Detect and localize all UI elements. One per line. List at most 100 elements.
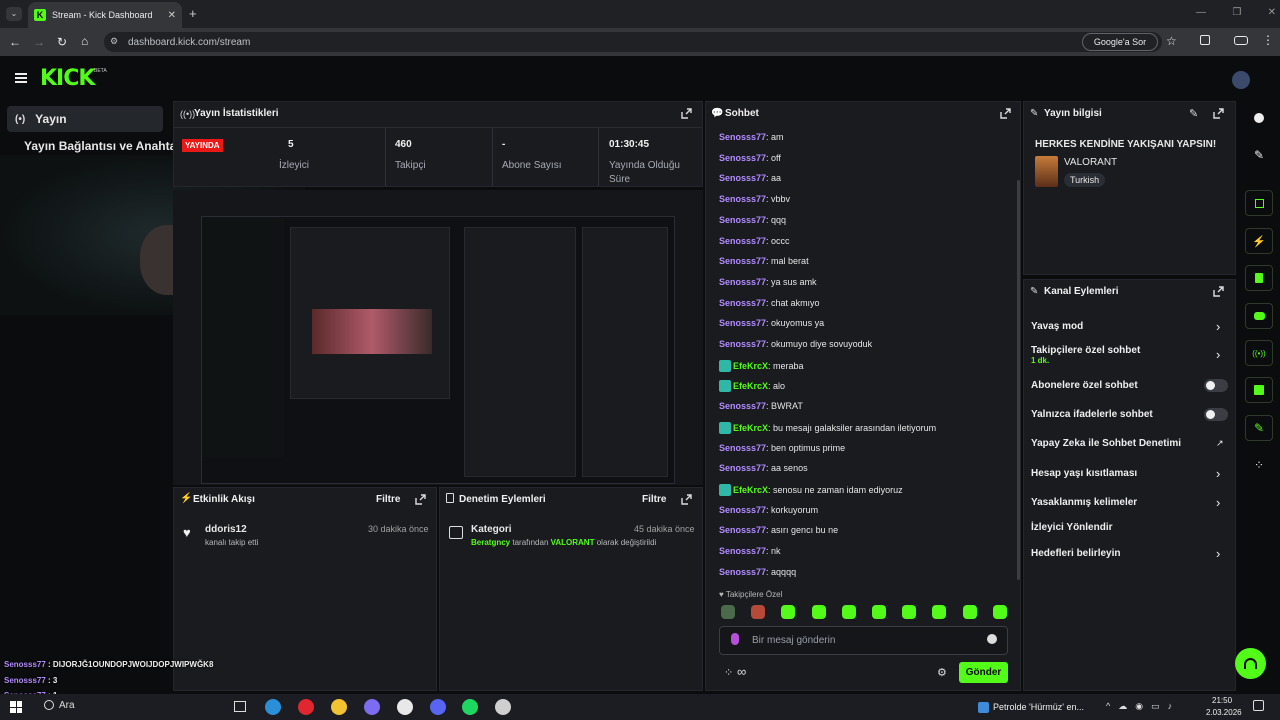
- chat-username[interactable]: EfeKrcX: [733, 485, 768, 495]
- reload-icon[interactable]: ↻: [57, 35, 67, 49]
- chat-username[interactable]: Senosss77: [719, 132, 766, 142]
- stream-preview[interactable]: [173, 190, 703, 485]
- restore-icon[interactable]: ❐: [1232, 7, 1241, 18]
- expand-icon[interactable]: [681, 108, 692, 119]
- url-field[interactable]: dashboard.kick.com/stream: [104, 32, 1162, 52]
- expand-icon[interactable]: [1000, 108, 1011, 119]
- notes-icon[interactable]: [1245, 265, 1273, 291]
- pen-icon[interactable]: ✎: [1245, 142, 1273, 168]
- expand-icon[interactable]: [415, 494, 426, 505]
- forward-icon[interactable]: →: [33, 35, 45, 49]
- emote-icon[interactable]: [721, 605, 735, 619]
- extensions-icon[interactable]: [1200, 35, 1210, 45]
- chat-scrollbar[interactable]: [1017, 180, 1020, 580]
- clock-time[interactable]: 21:50: [1212, 696, 1232, 705]
- channel-action-label[interactable]: Yasaklanmış kelimeler: [1031, 497, 1137, 508]
- support-button[interactable]: [1235, 648, 1266, 679]
- chat-username[interactable]: EfeKrcX: [733, 361, 768, 371]
- chat-username[interactable]: Senosss77: [719, 215, 766, 225]
- minimize-icon[interactable]: —: [1196, 7, 1206, 18]
- channel-action-label[interactable]: Yapay Zeka ile Sohbet Denetimi: [1031, 438, 1181, 449]
- chat-username[interactable]: Senosss77: [719, 525, 766, 535]
- new-tab-button[interactable]: +: [189, 6, 197, 21]
- expand-icon[interactable]: [1213, 286, 1224, 297]
- chat-username[interactable]: Senosss77: [719, 546, 766, 556]
- emote-icon[interactable]: [962, 605, 977, 619]
- more-dots-icon[interactable]: ⁘: [1245, 452, 1273, 478]
- close-tab-icon[interactable]: ✕: [168, 10, 176, 21]
- chevron-right-icon[interactable]: ›: [1216, 347, 1220, 362]
- expand-icon[interactable]: [681, 494, 692, 505]
- system-tray[interactable]: ^ ☁ ◉ ▭ ♪: [1106, 701, 1172, 712]
- emote-icon[interactable]: [811, 605, 826, 619]
- chevron-right-icon[interactable]: ›: [1216, 495, 1220, 510]
- discord-icon[interactable]: [430, 699, 446, 715]
- send-button[interactable]: Gönder: [959, 662, 1008, 683]
- chat-settings-icon[interactable]: ⚙: [937, 666, 947, 679]
- chat-username[interactable]: Senosss77: [719, 153, 766, 163]
- activity-filter-button[interactable]: Filtre: [376, 494, 400, 505]
- channel-action-label[interactable]: Hedefleri belirleyin: [1031, 548, 1120, 559]
- layout-icon[interactable]: [1245, 377, 1273, 403]
- emote-icon[interactable]: [992, 605, 1007, 619]
- chevron-right-icon[interactable]: ›: [1216, 546, 1220, 561]
- emoji-icon[interactable]: [987, 634, 997, 644]
- browser-menu-icon[interactable]: ⋮: [1262, 33, 1274, 47]
- chat-username[interactable]: Senosss77: [719, 256, 766, 266]
- kick-logo[interactable]: KICK: [40, 66, 95, 91]
- chat-username[interactable]: EfeKrcX: [733, 423, 768, 433]
- tools-icon[interactable]: ✎: [1245, 415, 1273, 441]
- emote-icon[interactable]: [932, 605, 947, 619]
- chat-username[interactable]: Senosss77: [719, 339, 766, 349]
- chrome-icon[interactable]: [397, 699, 413, 715]
- channel-action-label[interactable]: Yavaş mod: [1031, 321, 1083, 332]
- profile-icon[interactable]: [1234, 36, 1248, 45]
- start-button[interactable]: [10, 701, 22, 713]
- chat-username[interactable]: Senosss77: [719, 443, 766, 453]
- notification-icon[interactable]: [1253, 700, 1264, 711]
- toggle-switch[interactable]: [1204, 408, 1228, 421]
- sidebar-item-stream[interactable]: (•) Yayın: [7, 106, 163, 132]
- moderation-filter-button[interactable]: Filtre: [642, 494, 666, 505]
- channel-action-label[interactable]: Hesap yaşı kısıtlaması: [1031, 468, 1137, 479]
- chat-username[interactable]: Senosss77: [719, 298, 766, 308]
- chat-username[interactable]: Senosss77: [719, 463, 766, 473]
- tab-list-button[interactable]: ⌄: [6, 7, 22, 21]
- chevron-right-icon[interactable]: ›: [1216, 466, 1220, 481]
- tray-chevron-icon[interactable]: ^: [1106, 701, 1110, 712]
- news-widget[interactable]: Petrolde 'Hürmüz' en...: [978, 699, 1098, 715]
- chat-username[interactable]: EfeKrcX: [733, 381, 768, 391]
- volume-icon[interactable]: ♪: [1168, 701, 1173, 712]
- chevron-right-icon[interactable]: ›: [1216, 319, 1220, 334]
- camera-focus-icon[interactable]: [1245, 190, 1273, 216]
- close-window-icon[interactable]: ✕: [1268, 7, 1276, 18]
- search-icon[interactable]: [44, 700, 54, 710]
- channel-action-label[interactable]: Takipçilere özel sohbet: [1031, 345, 1140, 356]
- google-ask-button[interactable]: Google'a Sor: [1082, 33, 1158, 51]
- onedrive-icon[interactable]: ☁: [1118, 701, 1127, 712]
- copilot-icon[interactable]: [364, 699, 380, 715]
- broadcast-rail-icon[interactable]: ((•)): [1245, 340, 1273, 366]
- chat-username[interactable]: Senosss77: [719, 277, 766, 287]
- emote-icon[interactable]: [841, 605, 856, 619]
- microphone-icon[interactable]: [731, 633, 739, 645]
- external-link-icon[interactable]: ↗: [1216, 438, 1224, 449]
- edit-icon[interactable]: ✎: [1189, 107, 1198, 120]
- sidebar-item-stream-key[interactable]: Yayın Bağlantısı ve Anahtarı: [24, 139, 184, 153]
- chat-username[interactable]: Senosss77: [719, 401, 766, 411]
- lightning-rail-icon[interactable]: ⚡: [1245, 228, 1273, 254]
- site-info-icon[interactable]: ⚙: [110, 36, 118, 47]
- chat-username[interactable]: Senosss77: [719, 194, 766, 204]
- tray-app-icon[interactable]: ◉: [1135, 701, 1143, 712]
- toggle-switch[interactable]: [1204, 379, 1228, 392]
- chat-rail-icon[interactable]: [1245, 303, 1273, 329]
- browser-tab[interactable]: K Stream - Kick Dashboard ✕: [28, 2, 182, 28]
- channel-action-label[interactable]: Abonelere özel sohbet: [1031, 380, 1138, 391]
- user-avatar[interactable]: [1232, 71, 1250, 89]
- emote-icon[interactable]: [902, 605, 917, 619]
- clock-date[interactable]: 2.03.2026: [1206, 708, 1242, 717]
- chat-username[interactable]: Senosss77: [719, 567, 766, 577]
- chat-username[interactable]: Senosss77: [719, 505, 766, 515]
- bookmark-star-icon[interactable]: ☆: [1166, 34, 1177, 48]
- expand-icon[interactable]: [1213, 108, 1224, 119]
